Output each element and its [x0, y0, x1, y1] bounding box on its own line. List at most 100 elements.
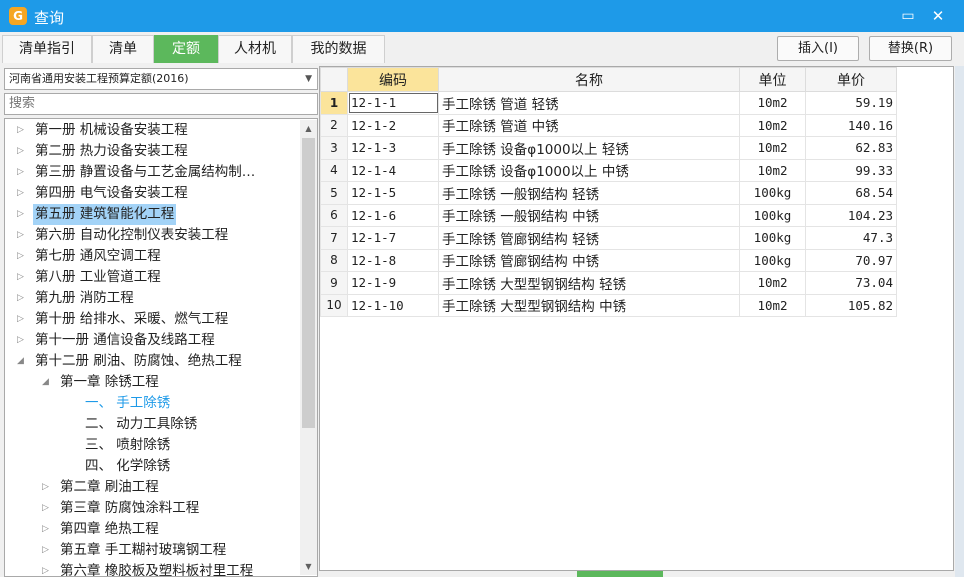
replace-button[interactable]: 替换(R) [869, 36, 952, 61]
row-index[interactable]: 3 [320, 136, 348, 160]
bottom-splitter-handle[interactable] [577, 571, 663, 577]
tree-item[interactable]: ▷ 第六册 自动化控制仪表安装工程 [5, 225, 299, 246]
cell-price[interactable]: 47.3 [805, 226, 897, 250]
cell-unit[interactable]: 100kg [739, 203, 806, 227]
tree-item[interactable]: 二、 动力工具除锈 [5, 414, 299, 435]
tree-item[interactable]: 一、 手工除锈 [5, 393, 299, 414]
cell-code[interactable]: 12-1-2 [347, 113, 439, 137]
scroll-up-icon[interactable]: ▲ [300, 120, 317, 137]
cell-unit[interactable]: 100kg [739, 181, 806, 205]
insert-button[interactable]: 插入(I) [777, 36, 859, 61]
expand-arrow-icon[interactable]: ▷ [42, 477, 54, 498]
tree-item[interactable]: ▷ 第五册 建筑智能化工程 [5, 204, 299, 225]
cell-name[interactable]: 手工除锈 设备φ1000以上 轻锈 [438, 136, 740, 160]
tab-quota[interactable]: 定额 [154, 35, 218, 63]
cell-name[interactable]: 手工除锈 大型型钢钢结构 轻锈 [438, 271, 740, 295]
cell-code[interactable]: 12-1-7 [347, 226, 439, 250]
close-icon[interactable]: ✕ [928, 6, 948, 26]
table-row[interactable]: 2 12-1-2 手工除锈 管道 中锈 10m2 140.16 [320, 113, 897, 137]
expand-arrow-icon[interactable]: ▷ [42, 561, 54, 576]
cell-price[interactable]: 105.82 [805, 293, 897, 317]
tree-scrollbar[interactable]: ▲ ▼ [300, 120, 317, 575]
tree-item[interactable]: ▷ 第七册 通风空调工程 [5, 246, 299, 267]
cell-name[interactable]: 手工除锈 管道 中锈 [438, 113, 740, 137]
header-unit[interactable]: 单位 [739, 67, 806, 92]
scroll-thumb[interactable] [302, 138, 315, 428]
row-index[interactable]: 4 [320, 158, 348, 182]
tree-item[interactable]: ▷ 第一册 机械设备安装工程 [5, 120, 299, 141]
tree-item[interactable]: ▷ 第三册 静置设备与工艺金属结构制… [5, 162, 299, 183]
search-input[interactable] [9, 96, 299, 111]
cell-price[interactable]: 68.54 [805, 181, 897, 205]
cell-price[interactable]: 59.19 [805, 91, 897, 115]
cell-name[interactable]: 手工除锈 管廊钢结构 中锈 [438, 248, 740, 272]
tree-item[interactable]: ◢ 第十二册 刷油、防腐蚀、绝热工程 [5, 351, 299, 372]
table-row[interactable]: 9 12-1-9 手工除锈 大型型钢钢结构 轻锈 10m2 73.04 [320, 271, 897, 295]
table-row[interactable]: 7 12-1-7 手工除锈 管廊钢结构 轻锈 100kg 47.3 [320, 226, 897, 250]
cell-unit[interactable]: 10m2 [739, 158, 806, 182]
expand-arrow-icon[interactable]: ▷ [17, 141, 29, 162]
tree-item[interactable]: ▷ 第四章 绝热工程 [5, 519, 299, 540]
row-index[interactable]: 2 [320, 113, 348, 137]
tree-item[interactable]: ▷ 第四册 电气设备安装工程 [5, 183, 299, 204]
cell-code[interactable]: 12-1-5 [347, 181, 439, 205]
tree-item[interactable]: ▷ 第八册 工业管道工程 [5, 267, 299, 288]
tree-item[interactable]: 三、 喷射除锈 [5, 435, 299, 456]
cell-name[interactable]: 手工除锈 大型型钢钢结构 中锈 [438, 293, 740, 317]
cell-code[interactable]: 12-1-6 [347, 203, 439, 227]
expand-arrow-icon[interactable]: ▷ [17, 120, 29, 141]
cell-code[interactable]: 12-1-8 [347, 248, 439, 272]
tree-item[interactable]: 四、 化学除锈 [5, 456, 299, 477]
expand-arrow-icon[interactable]: ▷ [17, 183, 29, 204]
expand-arrow-icon[interactable]: ▷ [17, 309, 29, 330]
header-code[interactable]: 编码 [347, 67, 439, 92]
cell-unit[interactable]: 10m2 [739, 293, 806, 317]
cell-code[interactable]: 12-1-1 [347, 91, 439, 115]
row-index[interactable]: 9 [320, 271, 348, 295]
cell-code[interactable]: 12-1-4 [347, 158, 439, 182]
cell-price[interactable]: 73.04 [805, 271, 897, 295]
quota-library-select[interactable]: 河南省通用安装工程预算定额(2016) ▼ [4, 68, 318, 90]
cell-name[interactable]: 手工除锈 管道 轻锈 [438, 91, 740, 115]
cell-name[interactable]: 手工除锈 一般钢结构 中锈 [438, 203, 740, 227]
expand-arrow-icon[interactable]: ▷ [42, 540, 54, 561]
tree-item[interactable]: ▷ 第十册 给排水、采暖、燃气工程 [5, 309, 299, 330]
cell-name[interactable]: 手工除锈 一般钢结构 轻锈 [438, 181, 740, 205]
tree-item[interactable]: ▷ 第二册 热力设备安装工程 [5, 141, 299, 162]
tree-item[interactable]: ▷ 第六章 橡胶板及塑料板衬里工程 [5, 561, 299, 576]
table-row[interactable]: 3 12-1-3 手工除锈 设备φ1000以上 轻锈 10m2 62.83 [320, 136, 897, 160]
row-index[interactable]: 6 [320, 203, 348, 227]
collapse-arrow-icon[interactable]: ◢ [17, 351, 29, 372]
table-row[interactable]: 8 12-1-8 手工除锈 管廊钢结构 中锈 100kg 70.97 [320, 248, 897, 272]
expand-arrow-icon[interactable]: ▷ [17, 267, 29, 288]
row-index[interactable]: 8 [320, 248, 348, 272]
scroll-down-icon[interactable]: ▼ [300, 558, 317, 575]
cell-unit[interactable]: 100kg [739, 226, 806, 250]
maximize-icon[interactable]: ▭ [898, 6, 918, 26]
expand-arrow-icon[interactable]: ▷ [17, 162, 29, 183]
row-index[interactable]: 1 [320, 91, 348, 115]
row-index[interactable]: 7 [320, 226, 348, 250]
table-row[interactable]: 4 12-1-4 手工除锈 设备φ1000以上 中锈 10m2 99.33 [320, 158, 897, 182]
tab-my-data[interactable]: 我的数据 [292, 35, 385, 63]
cell-unit[interactable]: 10m2 [739, 113, 806, 137]
cell-price[interactable]: 140.16 [805, 113, 897, 137]
cell-unit[interactable]: 100kg [739, 248, 806, 272]
tree-item[interactable]: ◢ 第一章 除锈工程 [5, 372, 299, 393]
cell-unit[interactable]: 10m2 [739, 91, 806, 115]
expand-arrow-icon[interactable]: ▷ [17, 246, 29, 267]
row-index[interactable]: 5 [320, 181, 348, 205]
table-row[interactable]: 6 12-1-6 手工除锈 一般钢结构 中锈 100kg 104.23 [320, 203, 897, 227]
expand-arrow-icon[interactable]: ▷ [17, 204, 29, 225]
tab-bill-guide[interactable]: 清单指引 [2, 35, 92, 63]
cell-name[interactable]: 手工除锈 设备φ1000以上 中锈 [438, 158, 740, 182]
row-index[interactable]: 10 [320, 293, 348, 317]
cell-code[interactable]: 12-1-3 [347, 136, 439, 160]
tree-item[interactable]: ▷ 第五章 手工糊衬玻璃钢工程 [5, 540, 299, 561]
cell-unit[interactable]: 10m2 [739, 136, 806, 160]
tree-item[interactable]: ▷ 第九册 消防工程 [5, 288, 299, 309]
cell-code[interactable]: 12-1-10 [347, 293, 439, 317]
cell-price[interactable]: 99.33 [805, 158, 897, 182]
tab-materials[interactable]: 人材机 [218, 35, 292, 63]
expand-arrow-icon[interactable]: ▷ [17, 330, 29, 351]
